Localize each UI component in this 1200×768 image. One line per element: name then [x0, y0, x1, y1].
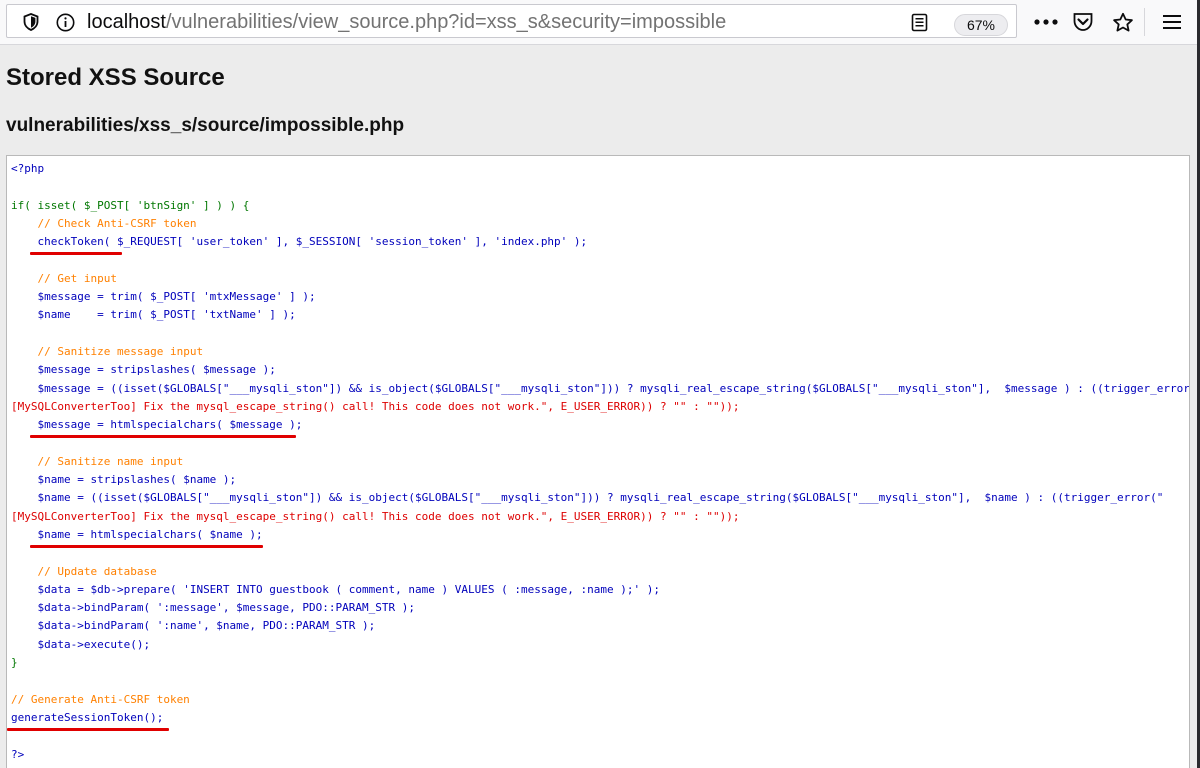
- code-line: $data->bindParam( ':message', $message, …: [37, 601, 416, 615]
- source-code-box: <?php if( isset( $_POST[ 'btnSign' ] ) )…: [6, 155, 1190, 768]
- code-comment: // Sanitize message input: [37, 344, 204, 358]
- code-line: $message = trim( $_POST[ 'mtxMessage' ] …: [37, 290, 316, 304]
- code-line: $data->bindParam( ':name', $name, PDO::P…: [37, 619, 376, 633]
- shield-icon[interactable]: [21, 12, 41, 32]
- code-line: generateSessionToken();: [11, 710, 164, 724]
- reader-view-icon[interactable]: [909, 12, 929, 32]
- annotation-underline-generatesessiontoken: [7, 728, 169, 731]
- code-line: $data = $db->prepare( 'INSERT INTO guest…: [37, 582, 661, 596]
- source-file-path: vulnerabilities/xss_s/source/impossible.…: [6, 115, 405, 136]
- info-icon[interactable]: [55, 12, 75, 32]
- bookmark-star-icon[interactable]: [1110, 10, 1136, 34]
- annotation-underline-message-htmlspecialchars: [30, 435, 296, 438]
- code-line: ?>: [11, 747, 25, 761]
- code-line: $name = htmlspecialchars( $name );: [37, 527, 263, 541]
- toolbar-separator: [1144, 8, 1145, 36]
- code-line: if( isset( $_POST[ 'btnSign' ] ) ) {: [11, 198, 250, 212]
- code-comment: // Get input: [37, 271, 117, 285]
- url-path: /vulnerabilities/view_source.php?id=xss_…: [165, 11, 727, 33]
- code-line: $message = stripslashes( $message );: [37, 363, 276, 377]
- pocket-icon[interactable]: [1070, 10, 1096, 34]
- url-host: localhost: [87, 11, 166, 33]
- annotation-underline-name-htmlspecialchars: [30, 545, 263, 548]
- code-line: $data->execute();: [37, 637, 151, 651]
- code-line: $name = ((isset($GLOBALS["___mysqli_ston…: [37, 491, 1164, 505]
- address-bar[interactable]: localhost/vulnerabilities/view_source.ph…: [6, 4, 1017, 38]
- more-icon[interactable]: [1032, 12, 1060, 32]
- url-text[interactable]: localhost/vulnerabilities/view_source.ph…: [87, 11, 726, 34]
- code-line: $name = trim( $_POST[ 'txtName' ] );: [37, 308, 296, 322]
- zoom-level-button[interactable]: 67%: [954, 14, 1008, 36]
- browser-toolbar: localhost/vulnerabilities/view_source.ph…: [0, 0, 1200, 45]
- code-line: $message = ((isset($GLOBALS["___mysqli_s…: [37, 381, 1190, 395]
- code-line: [MySQLConverterToo] Fix the mysql_escape…: [11, 509, 740, 523]
- code-line: checkToken( $_REQUEST[ 'user_token' ], $…: [37, 235, 588, 249]
- page-title: Stored XSS Source: [6, 64, 225, 91]
- code-line: <?php: [11, 162, 45, 175]
- code-comment: // Update database: [37, 564, 157, 578]
- code-line: }: [11, 656, 18, 670]
- code-line: $message = htmlspecialchars( $message );: [37, 418, 303, 432]
- code-comment: // Check Anti-CSRF token: [37, 216, 197, 230]
- annotation-underline-checktoken: [30, 252, 122, 255]
- code-line: [MySQLConverterToo] Fix the mysql_escape…: [11, 399, 740, 413]
- code-comment: // Generate Anti-CSRF token: [11, 692, 190, 706]
- code-comment: // Sanitize name input: [37, 454, 184, 468]
- code-line: $name = stripslashes( $name );: [37, 473, 237, 487]
- php-source-code: <?php if( isset( $_POST[ 'btnSign' ] ) )…: [7, 156, 1189, 764]
- menu-icon[interactable]: [1160, 11, 1184, 33]
